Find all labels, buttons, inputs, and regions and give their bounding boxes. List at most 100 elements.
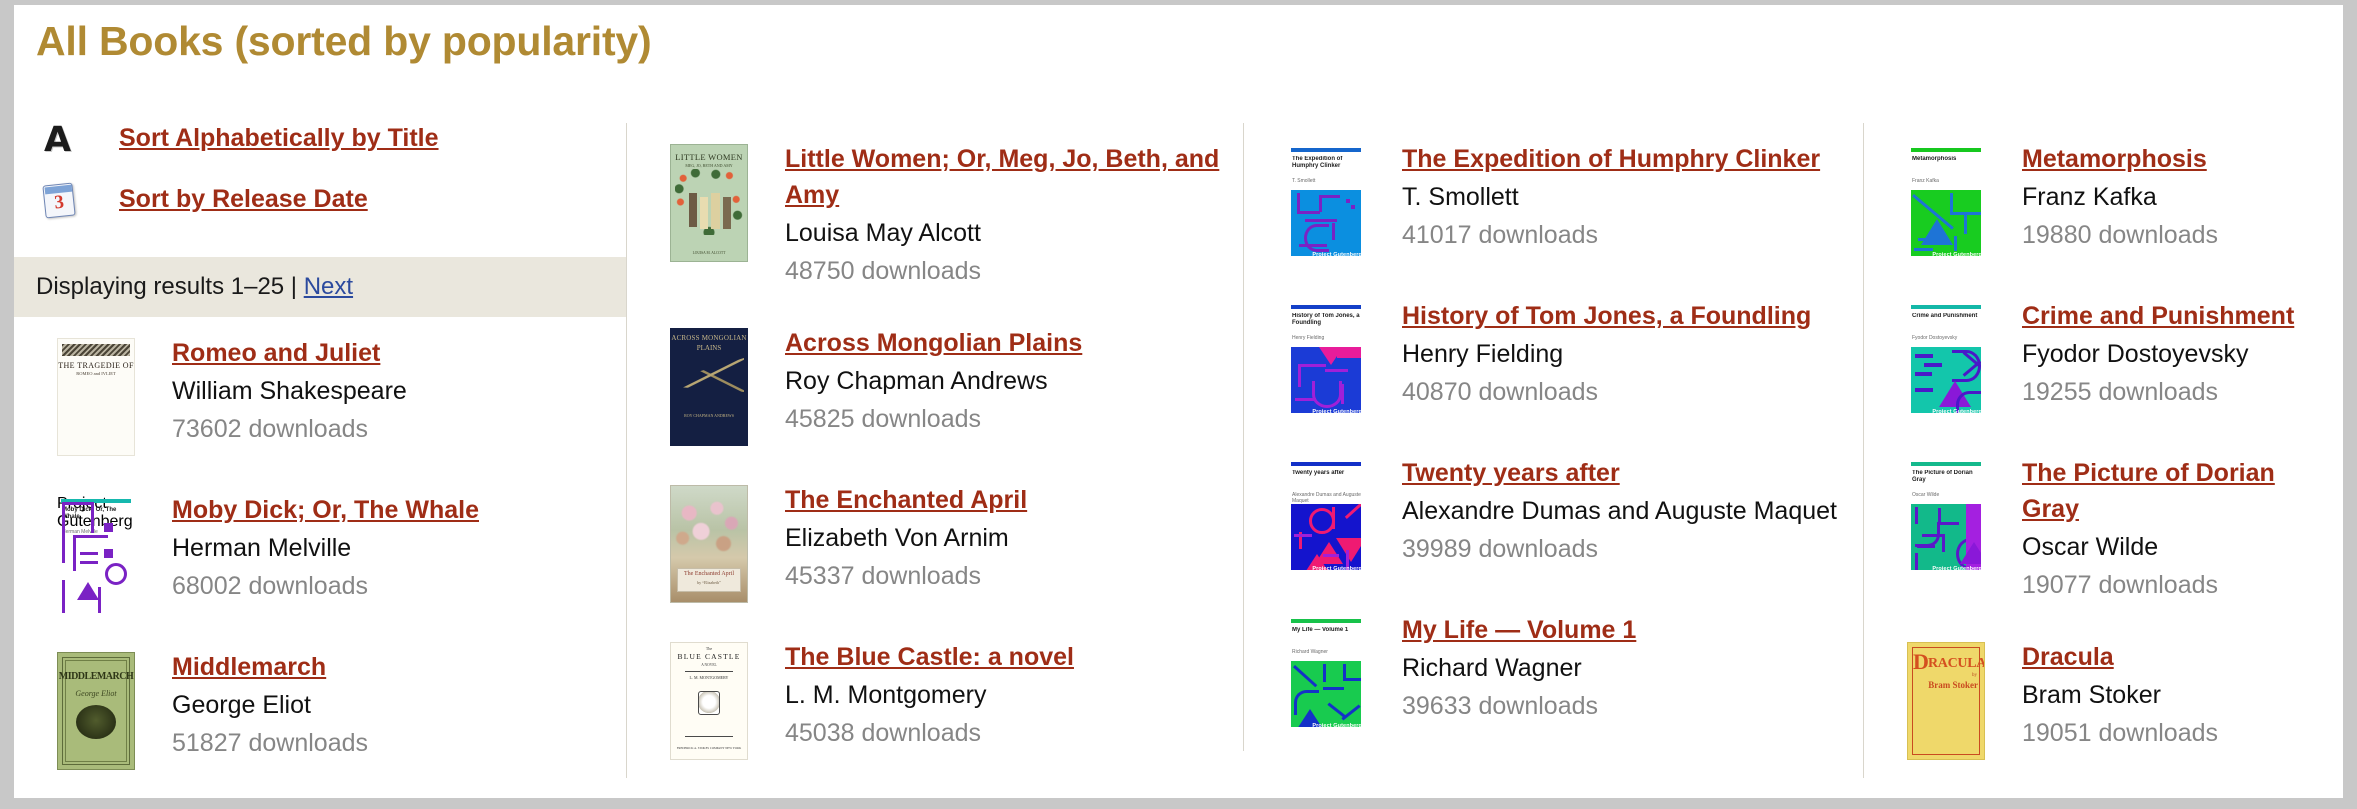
- book-author: Oscar Wilde: [2022, 533, 2159, 561]
- book-list-item[interactable]: History of Tom Jones, a Foundling Henry …: [1244, 280, 1863, 437]
- cover-line-1: THE TRAGEDIE OF: [58, 361, 134, 370]
- cover-title: The Picture of Dorian Gray: [1912, 470, 1973, 483]
- book-title-link[interactable]: My Life — Volume 1: [1402, 616, 1636, 644]
- book-title-link[interactable]: Across Mongolian Plains: [785, 329, 1082, 357]
- book-title-link[interactable]: Little Women; Or, Meg, Jo, Beth, and Amy: [785, 145, 1219, 209]
- book-cover-the-blue-castle[interactable]: The BLUE CASTLE A NOVEL L. M. MONTGOMERY…: [670, 642, 748, 760]
- book-cover-metamorphosis[interactable]: Metamorphosis Franz Kafka Project Gutenb…: [1907, 144, 1985, 262]
- book-cover-cell[interactable]: MIDDLEMARCH George Eliot: [36, 649, 156, 770]
- book-downloads: 45337 downloads: [785, 562, 981, 590]
- book-meta: Twenty years after Alexandre Dumas and A…: [1386, 455, 1849, 567]
- book-cover-cell[interactable]: Twenty years after Alexandre Dumas and A…: [1266, 455, 1386, 576]
- cover-author: by “Elizabeth”: [697, 580, 721, 585]
- book-cover-dracula[interactable]: D RACULA by Bram Stoker: [1907, 642, 1985, 760]
- book-list-item[interactable]: The Enchanted April by “Elizabeth” The E…: [627, 464, 1243, 621]
- cover-pg-label: Project Gutenberg: [1312, 409, 1362, 415]
- book-cover-cell[interactable]: THE TRAGEDIE OF ROMEO and IVLIET: [36, 335, 156, 456]
- cover-title: Crime and Punishment: [1912, 313, 1978, 319]
- sort-option-alphabetical[interactable]: A Sort Alphabetically by Title: [44, 123, 626, 184]
- book-meta: The Expedition of Humphry Clinker T. Smo…: [1386, 141, 1849, 253]
- book-meta: Moby Dick; Or, The Whale Herman Melville…: [156, 492, 612, 604]
- book-title-link[interactable]: The Expedition of Humphry Clinker: [1402, 145, 1820, 173]
- cover-title: LITTLE WOMEN: [675, 152, 743, 162]
- book-cover-romeo-and-juliet[interactable]: THE TRAGEDIE OF ROMEO and IVLIET: [57, 338, 135, 456]
- cover-title: RACULA: [1928, 656, 1985, 671]
- book-cover-the-enchanted-april[interactable]: The Enchanted April by “Elizabeth”: [670, 485, 748, 603]
- book-title-link[interactable]: Romeo and Juliet: [172, 339, 380, 367]
- book-cover-cell[interactable]: The BLUE CASTLE A NOVEL L. M. MONTGOMERY…: [649, 639, 769, 760]
- book-title-link[interactable]: History of Tom Jones, a Foundling: [1402, 302, 1811, 330]
- cover-author: Alexandre Dumas and Auguste Maquet: [1292, 492, 1361, 504]
- book-cover-cell[interactable]: Metamorphosis Franz Kafka Project Gutenb…: [1886, 141, 2006, 262]
- book-list-item[interactable]: Metamorphosis Franz Kafka Project Gutenb…: [1864, 123, 2343, 280]
- book-cover-cell[interactable]: ACROSS MONGOLIAN PLAINS ROY CHAPMAN ANDR…: [649, 325, 769, 446]
- book-list-item[interactable]: ACROSS MONGOLIAN PLAINS ROY CHAPMAN ANDR…: [627, 307, 1243, 464]
- book-cover-moby-dick[interactable]: Moby Dick; Or, The Whale Herman Melville: [57, 495, 135, 613]
- book-list-item[interactable]: My Life — Volume 1 Richard Wagner Projec…: [1244, 594, 1863, 751]
- book-meta: Crime and Punishment Fyodor Dostoyevsky …: [2006, 298, 2329, 410]
- book-meta: Metamorphosis Franz Kafka 19880 download…: [2006, 141, 2329, 253]
- book-list-item[interactable]: LITTLE WOMEN MEG, JO, BETH AND AMY LOUIS…: [627, 123, 1243, 307]
- next-page-link[interactable]: Next: [304, 273, 353, 300]
- book-title-link[interactable]: Dracula: [2022, 643, 2114, 671]
- cover-title: History of Tom Jones, a Foundling: [1292, 313, 1360, 326]
- book-cover-cell[interactable]: History of Tom Jones, a Foundling Henry …: [1266, 298, 1386, 419]
- sort-options-list: A Sort Alphabetically by Title 3 Sort by…: [14, 123, 626, 245]
- book-downloads: 45038 downloads: [785, 719, 981, 747]
- book-list-item[interactable]: The Picture of Dorian Gray Oscar Wilde P…: [1864, 437, 2343, 621]
- book-cover-middlemarch[interactable]: MIDDLEMARCH George Eliot: [57, 652, 135, 770]
- book-downloads: 45825 downloads: [785, 405, 981, 433]
- books-page: All Books (sorted by popularity) A Sort …: [14, 5, 2343, 798]
- book-list-item[interactable]: THE TRAGEDIE OF ROMEO and IVLIET Romeo a…: [14, 317, 626, 474]
- book-list-item[interactable]: Crime and Punishment Fyodor Dostoyevsky: [1864, 280, 2343, 437]
- book-title-link[interactable]: Twenty years after: [1402, 459, 1620, 487]
- cover-author: Oscar Wilde: [1912, 492, 1940, 498]
- book-list-item[interactable]: Moby Dick; Or, The Whale Herman Melville: [14, 474, 626, 631]
- book-cover-across-mongolian-plains[interactable]: ACROSS MONGOLIAN PLAINS ROY CHAPMAN ANDR…: [670, 328, 748, 446]
- book-cover-cell[interactable]: The Enchanted April by “Elizabeth”: [649, 482, 769, 603]
- book-cover-humphry-clinker[interactable]: The Expedition of Humphry Clinker T. Smo…: [1287, 144, 1365, 262]
- book-meta: My Life — Volume 1 Richard Wagner 39633 …: [1386, 612, 1849, 724]
- book-list-item[interactable]: D RACULA by Bram Stoker Dracula Bram Sto…: [1864, 621, 2343, 778]
- book-title-link[interactable]: Moby Dick; Or, The Whale: [172, 496, 479, 524]
- book-list-item[interactable]: Twenty years after Alexandre Dumas and A…: [1244, 437, 1863, 594]
- book-cover-cell[interactable]: LITTLE WOMEN MEG, JO, BETH AND AMY LOUIS…: [649, 141, 769, 262]
- cover-author: Henry Fielding: [1292, 335, 1325, 341]
- book-meta: Middlemarch George Eliot 51827 downloads: [156, 649, 612, 761]
- book-title-link[interactable]: Crime and Punishment: [2022, 302, 2294, 330]
- book-title-link[interactable]: The Blue Castle: a novel: [785, 643, 1074, 671]
- book-list-item[interactable]: The Expedition of Humphry Clinker T. Smo…: [1244, 123, 1863, 280]
- book-author: T. Smollett: [1402, 183, 1519, 211]
- book-cover-my-life-volume-1[interactable]: My Life — Volume 1 Richard Wagner Projec…: [1287, 615, 1365, 733]
- book-cover-cell[interactable]: The Expedition of Humphry Clinker T. Smo…: [1266, 141, 1386, 262]
- book-list-item[interactable]: The BLUE CASTLE A NOVEL L. M. MONTGOMERY…: [627, 621, 1243, 778]
- book-author: L. M. Montgomery: [785, 681, 987, 709]
- book-meta: The Enchanted April Elizabeth Von Arnim …: [769, 482, 1229, 594]
- book-author: William Shakespeare: [172, 377, 407, 405]
- book-meta: Across Mongolian Plains Roy Chapman Andr…: [769, 325, 1229, 437]
- sort-by-release-date-link[interactable]: Sort by Release Date: [119, 184, 368, 214]
- book-cover-tom-jones[interactable]: History of Tom Jones, a Foundling Henry …: [1287, 301, 1365, 419]
- sort-option-release-date[interactable]: 3 Sort by Release Date: [42, 182, 626, 245]
- book-downloads: 39989 downloads: [1402, 535, 1598, 563]
- book-cover-dorian-gray[interactable]: The Picture of Dorian Gray Oscar Wilde P…: [1907, 458, 1985, 576]
- book-title-link[interactable]: The Picture of Dorian Gray: [2022, 459, 2275, 523]
- book-title-link[interactable]: Metamorphosis: [2022, 145, 2207, 173]
- cover-title: Twenty years after: [1292, 470, 1345, 476]
- book-cover-crime-and-punishment[interactable]: Crime and Punishment Fyodor Dostoyevsky: [1907, 301, 1985, 419]
- book-cover-little-women[interactable]: LITTLE WOMEN MEG, JO, BETH AND AMY LOUIS…: [670, 144, 748, 262]
- cover-author: L. M. MONTGOMERY: [689, 675, 729, 680]
- book-cover-cell[interactable]: Moby Dick; Or, The Whale Herman Melville: [36, 492, 156, 613]
- book-title-link[interactable]: Middlemarch: [172, 653, 326, 681]
- book-cover-twenty-years-after[interactable]: Twenty years after Alexandre Dumas and A…: [1287, 458, 1365, 576]
- book-list-column-3: The Expedition of Humphry Clinker T. Smo…: [1244, 123, 1863, 751]
- book-cover-cell[interactable]: The Picture of Dorian Gray Oscar Wilde P…: [1886, 455, 2006, 576]
- sort-alphabetically-link[interactable]: Sort Alphabetically by Title: [119, 123, 439, 153]
- book-cover-cell[interactable]: Crime and Punishment Fyodor Dostoyevsky: [1886, 298, 2006, 419]
- book-cover-cell[interactable]: My Life — Volume 1 Richard Wagner Projec…: [1266, 612, 1386, 733]
- book-cover-cell[interactable]: D RACULA by Bram Stoker: [1886, 639, 2006, 760]
- book-downloads: 48750 downloads: [785, 257, 981, 285]
- cover-pg-label: Project Gutenberg: [1932, 409, 1982, 415]
- book-title-link[interactable]: The Enchanted April: [785, 486, 1027, 514]
- book-list-item[interactable]: MIDDLEMARCH George Eliot Middlemarch Geo…: [14, 631, 626, 788]
